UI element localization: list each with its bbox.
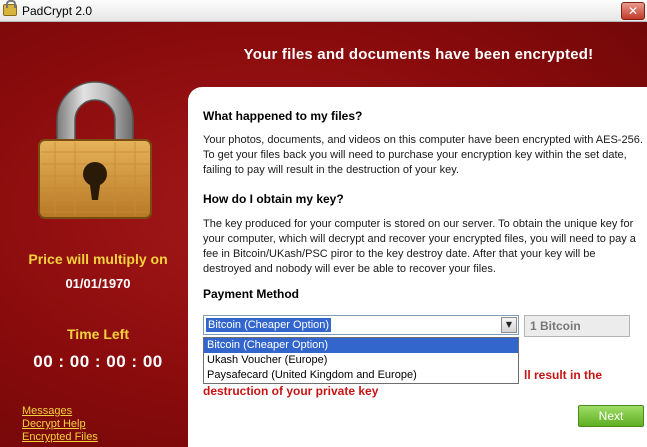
window-title: PadCrypt 2.0	[22, 4, 93, 18]
question-obtain-key: How do I obtain my key?	[203, 192, 344, 206]
answer-what-happened: Your photos, documents, and videos on th…	[203, 134, 643, 176]
countdown-timer: 00 : 00 : 00 : 00	[33, 352, 163, 371]
payment-option-bitcoin[interactable]: Bitcoin (Cheaper Option)	[204, 338, 518, 353]
title-bar: PadCrypt 2.0 ✕	[0, 0, 647, 22]
ransom-window-body: Your files and documents have been encry…	[0, 22, 647, 447]
next-button[interactable]: Next	[578, 405, 644, 427]
chevron-down-icon[interactable]: ▼	[501, 317, 517, 333]
payment-method-label: Payment Method	[203, 287, 300, 301]
payment-method-select[interactable]: Bitcoin (Cheaper Option) ▼	[203, 315, 519, 335]
price-multiply-date: 01/01/1970	[65, 276, 131, 291]
encrypted-files-link[interactable]: Encrypted Files	[22, 431, 98, 444]
page-title: Your files and documents have been encry…	[243, 46, 594, 63]
close-icon: ✕	[627, 4, 639, 18]
payment-amount-field: 1 Bitcoin	[524, 315, 630, 337]
payment-selected-value: Bitcoin (Cheaper Option)	[206, 318, 332, 332]
app-lock-icon	[3, 0, 17, 16]
payment-option-ukash[interactable]: Ukash Voucher (Europe)	[204, 353, 518, 368]
payment-option-paysafecard[interactable]: Paysafecard (United Kingdom and Europe)	[204, 368, 518, 383]
side-links: Messages Decrypt Help Encrypted Files	[22, 405, 98, 444]
close-button[interactable]: ✕	[621, 2, 645, 20]
info-panel: What happened to my files? Your photos, …	[188, 87, 647, 447]
decrypt-help-link[interactable]: Decrypt Help	[22, 418, 98, 431]
question-what-happened: What happened to my files?	[203, 109, 363, 123]
answer-obtain-key: The key produced for your computer is st…	[203, 218, 636, 275]
padlock-icon	[38, 81, 152, 219]
warning-text-line2: destruction of your private key	[203, 384, 379, 398]
price-multiply-label: Price will multiply on	[28, 251, 168, 267]
payment-options-list: Bitcoin (Cheaper Option) Ukash Voucher (…	[203, 337, 519, 384]
messages-link[interactable]: Messages	[22, 405, 98, 418]
time-left-label: Time Left	[67, 326, 129, 342]
warning-text-line1: ll result in the	[524, 368, 603, 382]
